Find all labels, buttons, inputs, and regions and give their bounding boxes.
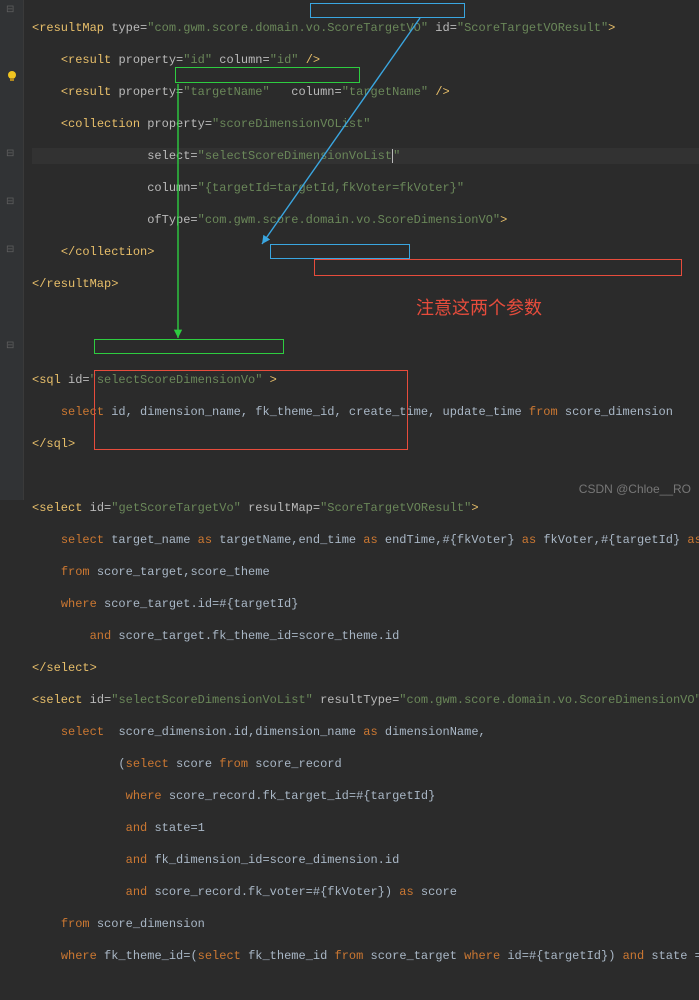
v: #{fkVoter} — [443, 533, 515, 547]
v: score_record.fk_voter=#{fkVoter} — [154, 885, 384, 899]
v: dimensionName — [385, 725, 479, 739]
code-editor[interactable]: <resultMap type="com.gwm.score.domain.vo… — [24, 0, 699, 500]
v: fk_theme_id — [248, 949, 327, 963]
val: id — [277, 53, 291, 67]
fold-icon[interactable]: ⊟ — [6, 340, 14, 352]
val: getScoreTargetVo — [118, 501, 233, 515]
v: dimension_name — [255, 725, 356, 739]
v: id=#{targetId} — [507, 949, 608, 963]
val: targetName — [349, 85, 421, 99]
val: com.gwm.score.domain.vo.ScoreDimensionVO — [205, 213, 493, 227]
v: endTime — [385, 533, 435, 547]
val: id — [190, 53, 204, 67]
v: #{targetId} — [601, 533, 680, 547]
sql-body: id, dimension_name, fk_theme_id, create_… — [111, 405, 521, 419]
val: com.gwm.score.domain.vo.ScoreDimensionVO — [407, 693, 695, 707]
v: score_target — [371, 949, 457, 963]
v: state =1 — [651, 949, 699, 963]
val: targetName — [190, 85, 262, 99]
watermark: CSDN @Chloe__RO — [579, 482, 691, 496]
val: scoreDimensionVOList — [219, 117, 363, 131]
v: score_dimension.id — [118, 725, 248, 739]
val: selectScoreDimensionVoList — [205, 149, 392, 163]
fold-icon[interactable]: ⊟ — [6, 4, 14, 16]
v: target_name — [111, 533, 190, 547]
val: com.gwm.score.domain.vo.ScoreTargetVO — [154, 21, 420, 35]
fold-icon[interactable]: ⊟ — [6, 244, 14, 256]
intention-bulb-icon[interactable] — [6, 70, 18, 82]
fold-icon[interactable]: ⊟ — [6, 148, 14, 160]
fold-icon[interactable]: ⊟ — [6, 196, 14, 208]
val: ScoreTargetVOResult — [464, 21, 601, 35]
v: score_target.fk_theme_id=score_theme.id — [118, 629, 399, 643]
v: score_record — [255, 757, 341, 771]
val: selectScoreDimensionVo — [97, 373, 255, 387]
v: score_record.fk_target_id=#{targetId} — [169, 789, 435, 803]
v: score — [421, 885, 457, 899]
val: ScoreTargetVOResult — [327, 501, 464, 515]
v: fkVoter — [543, 533, 593, 547]
v: state=1 — [154, 821, 204, 835]
sql-from: score_dimension — [565, 405, 673, 419]
v: score_target,score_theme — [97, 565, 270, 579]
v: fk_dimension_id=score_dimension.id — [154, 853, 399, 867]
v: score_target.id=#{targetId} — [104, 597, 298, 611]
val: selectScoreDimensionVoList — [118, 693, 305, 707]
v: score_dimension — [97, 917, 205, 931]
val: {targetId=targetId,fkVoter=fkVoter} — [205, 181, 457, 195]
v: targetName — [219, 533, 291, 547]
v: end_time — [298, 533, 356, 547]
